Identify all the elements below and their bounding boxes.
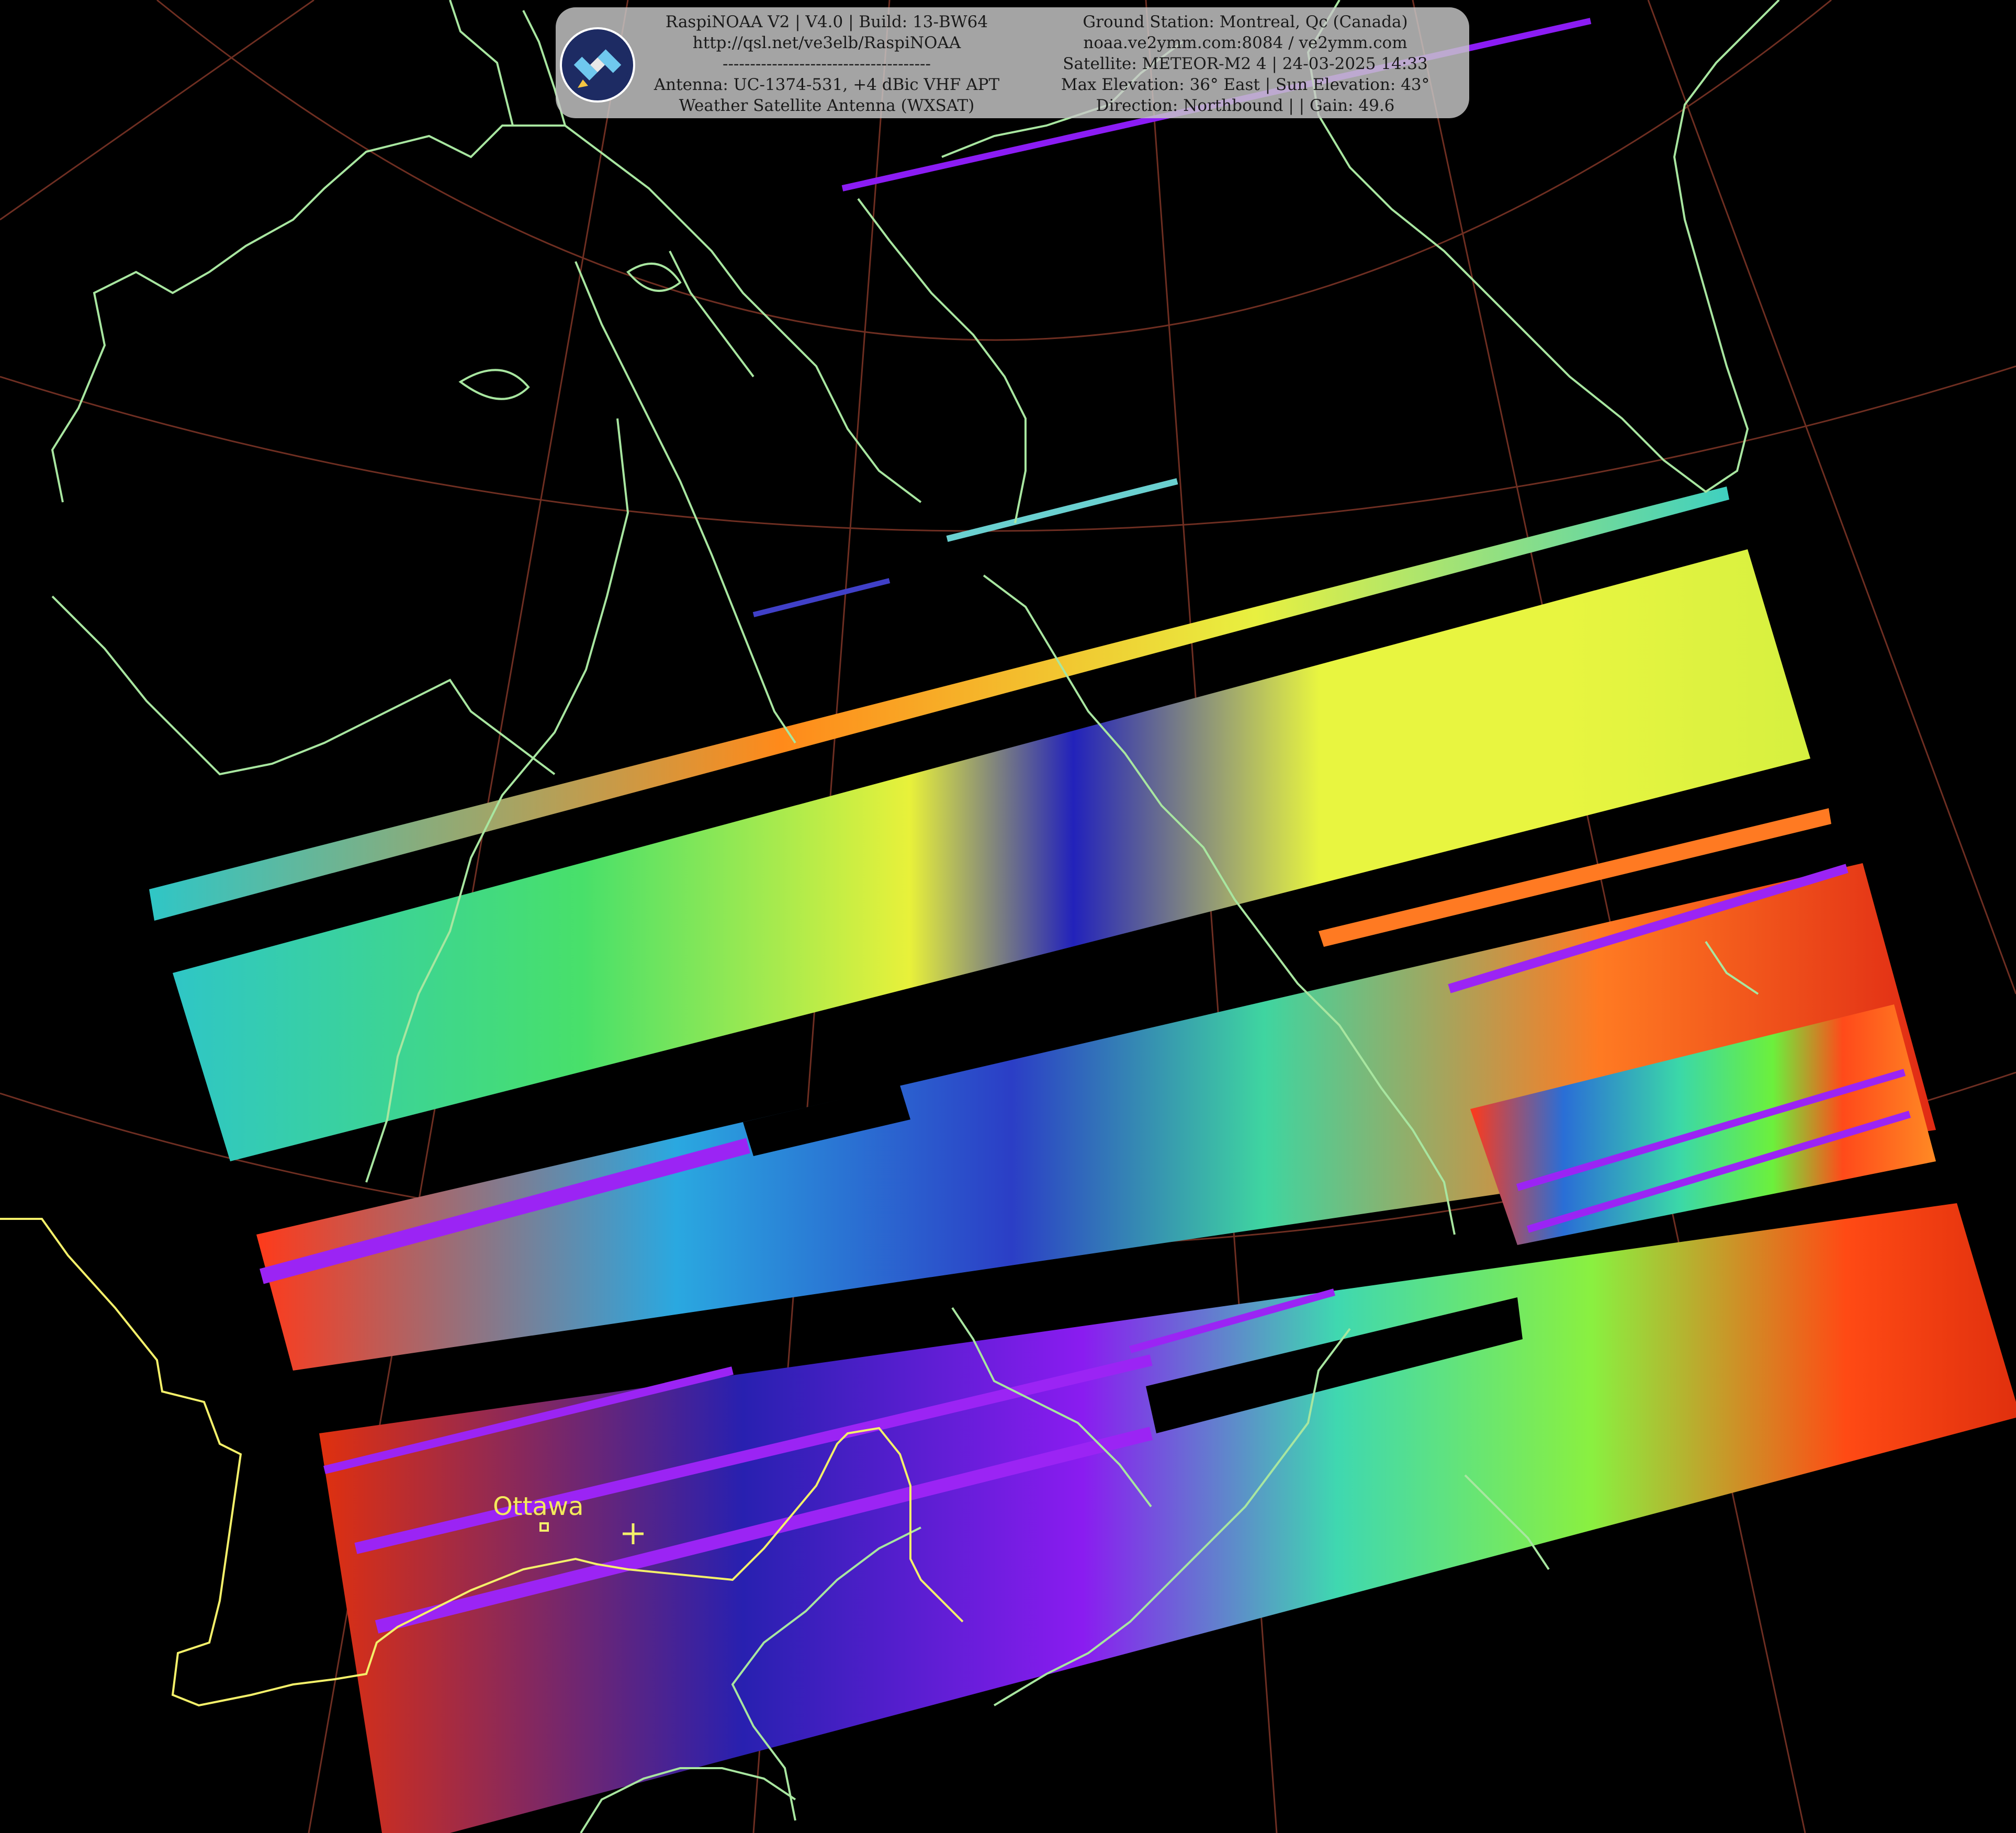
banner-line: RaspiNOAA V2 | V4.0 | Build: 13-BW64 (665, 13, 988, 31)
imagery-swaths (149, 486, 2016, 1833)
banner-line: http://qsl.net/ve3elb/RaspiNOAA (692, 33, 961, 52)
banner-left-column: RaspiNOAA V2 | V4.0 | Build: 13-BW64 htt… (633, 12, 1020, 116)
banner-line: Antenna: UC-1374-531, +4 dBic VHF APT (654, 75, 1000, 94)
banner-line: Ground Station: Montreal, Qc (Canada) (1083, 13, 1408, 31)
satellite-logo-icon (560, 27, 635, 103)
banner-line: -------------------------------------- (722, 54, 931, 73)
banner-line: Weather Satellite Antenna (WXSAT) (679, 96, 975, 115)
banner-line: noaa.ve2ymm.com:8084 / ve2ymm.com (1083, 33, 1407, 52)
banner-right-column: Ground Station: Montreal, Qc (Canada) no… (1026, 12, 1465, 116)
banner-line: Direction: Northbound | | Gain: 49.6 (1096, 96, 1395, 115)
satellite-map (0, 0, 2016, 1833)
banner-line: Max Elevation: 36° East | Sun Elevation:… (1061, 75, 1430, 94)
city-label-ottawa: Ottawa (493, 1492, 584, 1521)
banner-line: Satellite: METEOR-M2 4 | 24-03-2025 14:3… (1063, 54, 1428, 73)
